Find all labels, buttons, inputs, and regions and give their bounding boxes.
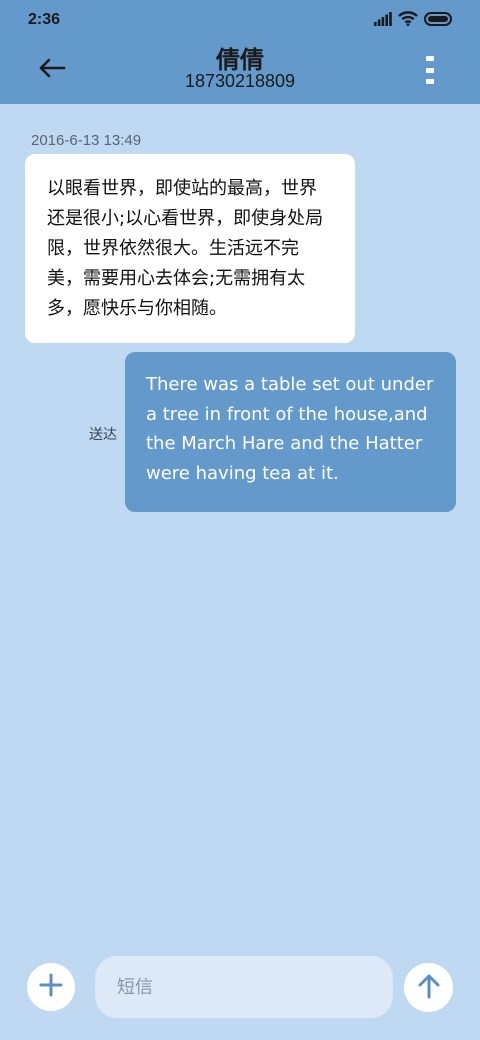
add-attachment-button[interactable] xyxy=(27,963,75,1011)
message-timestamp: 2016-6-13 13:49 xyxy=(31,132,142,149)
status-icons xyxy=(374,10,454,30)
arrow-up-icon xyxy=(417,973,441,1003)
status-time: 2:36 xyxy=(28,11,61,28)
delivery-status: 送达 xyxy=(89,427,117,443)
message-input[interactable] xyxy=(95,956,393,1018)
wifi-icon xyxy=(398,10,418,30)
more-options-button[interactable] xyxy=(418,56,442,84)
battery-icon xyxy=(424,11,454,30)
signal-icon xyxy=(374,11,392,30)
more-vertical-icon xyxy=(426,56,434,61)
header: 2:36 倩倩 18730218809 xyxy=(0,0,480,104)
plus-icon xyxy=(39,973,63,1001)
messaging-screen: 2:36 倩倩 18730218809 2016-6-13 13:49 以眼看世… xyxy=(0,0,480,1040)
contact-number: 18730218809 xyxy=(184,71,296,91)
more-vertical-icon-dot xyxy=(426,79,434,84)
outgoing-message-bubble[interactable]: There was a table set out under a tree i… xyxy=(125,352,456,512)
incoming-message-bubble[interactable]: 以眼看世界，即使站的最高，世界还是很小;以心看世界，即使身处局限，世界依然很大。… xyxy=(25,154,355,343)
send-button[interactable] xyxy=(404,963,453,1012)
contact-name: 倩倩 xyxy=(216,46,264,74)
more-vertical-icon-dot xyxy=(426,67,434,73)
status-bar: 2:36 xyxy=(0,0,480,40)
